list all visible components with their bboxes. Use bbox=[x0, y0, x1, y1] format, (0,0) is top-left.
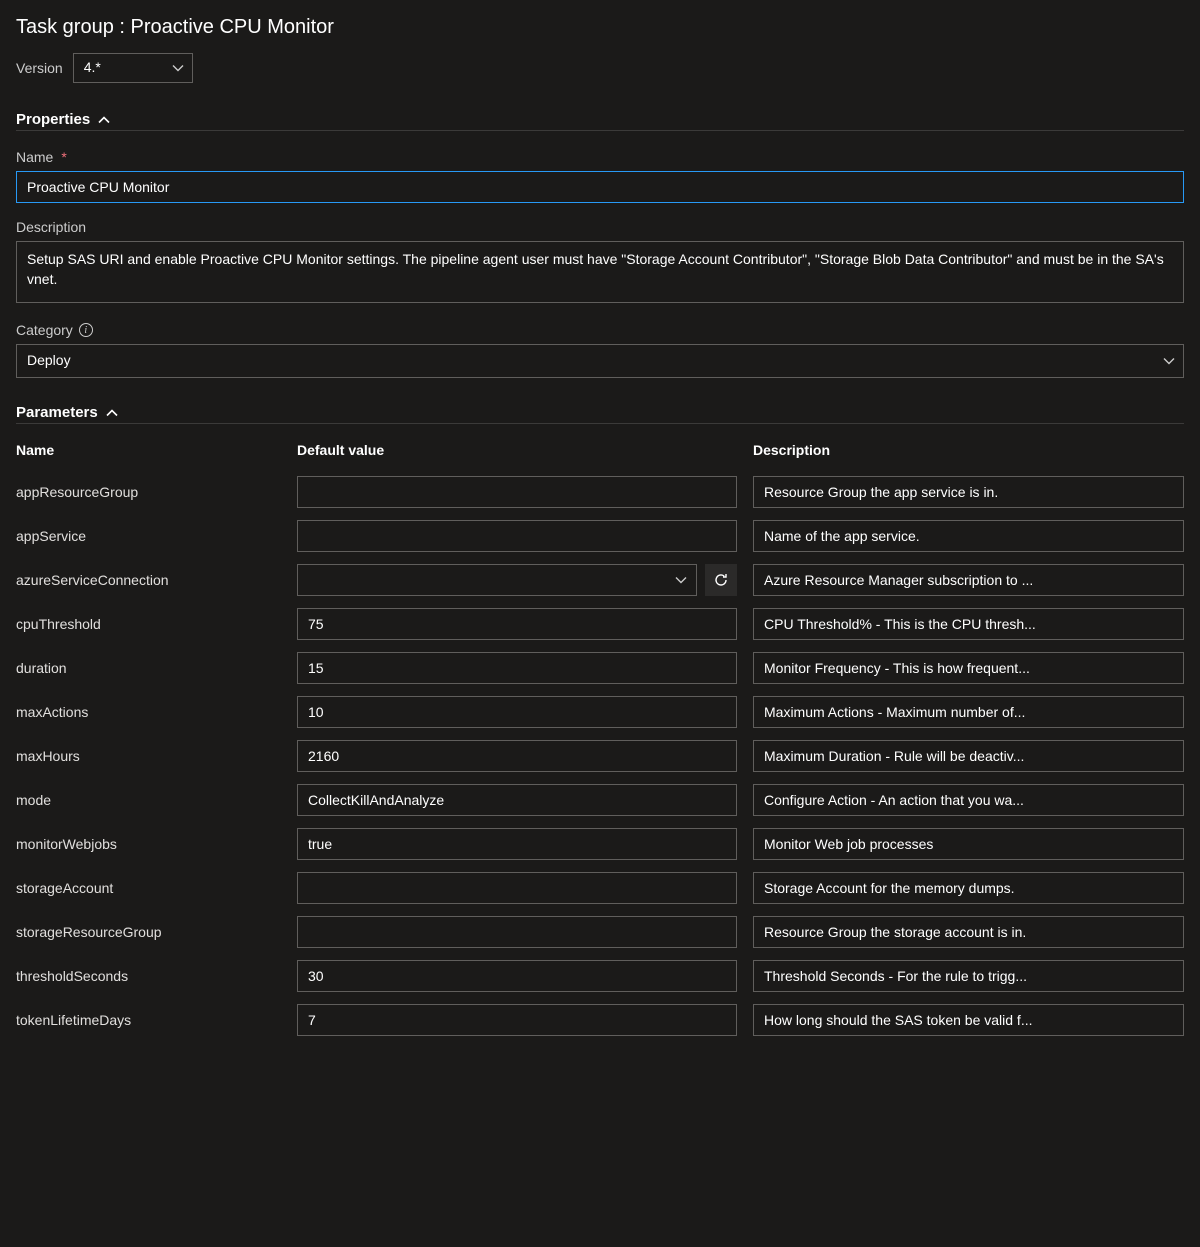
properties-section-header[interactable]: Properties bbox=[16, 111, 1184, 131]
param-name: maxActions bbox=[16, 704, 281, 720]
param-description-input[interactable] bbox=[753, 828, 1184, 860]
page-title: Task group : Proactive CPU Monitor bbox=[16, 16, 1184, 39]
param-default-input[interactable] bbox=[297, 740, 737, 772]
chevron-down-icon bbox=[172, 62, 184, 74]
param-default-input[interactable] bbox=[297, 520, 737, 552]
param-default-cell bbox=[297, 828, 737, 860]
name-input[interactable] bbox=[16, 171, 1184, 203]
parameters-section-header[interactable]: Parameters bbox=[16, 404, 1184, 424]
param-name: appResourceGroup bbox=[16, 484, 281, 500]
param-default-cell bbox=[297, 916, 737, 948]
param-description-input[interactable] bbox=[753, 476, 1184, 508]
param-description-input[interactable] bbox=[753, 916, 1184, 948]
category-select[interactable]: Deploy bbox=[16, 344, 1184, 378]
version-label: Version bbox=[16, 60, 63, 76]
param-description-input[interactable] bbox=[753, 652, 1184, 684]
col-header-description: Description bbox=[753, 442, 1184, 464]
param-name: maxHours bbox=[16, 748, 281, 764]
chevron-down-icon bbox=[675, 574, 687, 586]
param-name: storageAccount bbox=[16, 880, 281, 896]
param-name: duration bbox=[16, 660, 281, 676]
category-label: Category i bbox=[16, 322, 1184, 338]
chevron-up-icon bbox=[106, 407, 118, 419]
param-default-input[interactable] bbox=[297, 916, 737, 948]
description-field: Description bbox=[16, 219, 1184, 306]
param-description-input[interactable] bbox=[753, 520, 1184, 552]
name-label: Name * bbox=[16, 149, 1184, 165]
param-default-cell bbox=[297, 476, 737, 508]
properties-section-title: Properties bbox=[16, 111, 90, 128]
refresh-button[interactable] bbox=[705, 564, 737, 596]
param-description-input[interactable] bbox=[753, 740, 1184, 772]
info-icon[interactable]: i bbox=[79, 323, 93, 337]
param-default-cell bbox=[297, 696, 737, 728]
param-default-input[interactable] bbox=[297, 1004, 737, 1036]
param-default-input[interactable] bbox=[297, 652, 737, 684]
param-name: azureServiceConnection bbox=[16, 572, 281, 588]
param-description-input[interactable] bbox=[753, 960, 1184, 992]
param-default-cell bbox=[297, 520, 737, 552]
chevron-down-icon bbox=[1163, 355, 1175, 367]
param-default-input[interactable] bbox=[297, 960, 737, 992]
param-description-input[interactable] bbox=[753, 1004, 1184, 1036]
param-name: appService bbox=[16, 528, 281, 544]
version-select[interactable]: 4.* bbox=[73, 53, 193, 83]
category-field: Category i Deploy bbox=[16, 322, 1184, 378]
category-value: Deploy bbox=[27, 352, 71, 368]
page-title-name: Proactive CPU Monitor bbox=[131, 16, 334, 38]
param-default-cell bbox=[297, 1004, 737, 1036]
param-description-input[interactable] bbox=[753, 564, 1184, 596]
param-name: cpuThreshold bbox=[16, 616, 281, 632]
param-default-cell bbox=[297, 960, 737, 992]
description-label: Description bbox=[16, 219, 1184, 235]
param-name: tokenLifetimeDays bbox=[16, 1012, 281, 1028]
param-default-input[interactable] bbox=[297, 784, 737, 816]
parameters-section-title: Parameters bbox=[16, 404, 98, 421]
required-asterisk: * bbox=[61, 149, 66, 165]
param-description-input[interactable] bbox=[753, 872, 1184, 904]
param-default-cell bbox=[297, 872, 737, 904]
param-name: mode bbox=[16, 792, 281, 808]
category-label-text: Category bbox=[16, 322, 73, 338]
param-default-input[interactable] bbox=[297, 828, 737, 860]
parameters-table: Name Default value Description appResour… bbox=[16, 442, 1184, 1036]
param-name: storageResourceGroup bbox=[16, 924, 281, 940]
version-value: 4.* bbox=[84, 59, 101, 75]
param-name: monitorWebjobs bbox=[16, 836, 281, 852]
param-default-input[interactable] bbox=[297, 872, 737, 904]
param-description-input[interactable] bbox=[753, 784, 1184, 816]
param-default-input[interactable] bbox=[297, 696, 737, 728]
name-label-text: Name bbox=[16, 149, 53, 165]
name-field: Name * bbox=[16, 149, 1184, 203]
page-title-prefix: Task group : bbox=[16, 16, 131, 38]
param-default-cell bbox=[297, 564, 737, 596]
param-default-dropdown[interactable] bbox=[297, 564, 697, 596]
col-header-name: Name bbox=[16, 442, 281, 464]
param-default-input[interactable] bbox=[297, 608, 737, 640]
version-row: Version 4.* bbox=[16, 53, 1184, 83]
col-header-default: Default value bbox=[297, 442, 737, 464]
param-default-input[interactable] bbox=[297, 476, 737, 508]
param-default-cell bbox=[297, 784, 737, 816]
param-description-input[interactable] bbox=[753, 608, 1184, 640]
chevron-up-icon bbox=[98, 114, 110, 126]
param-default-cell bbox=[297, 740, 737, 772]
param-default-cell bbox=[297, 608, 737, 640]
param-name: thresholdSeconds bbox=[16, 968, 281, 984]
description-textarea[interactable] bbox=[16, 241, 1184, 303]
param-description-input[interactable] bbox=[753, 696, 1184, 728]
param-default-cell bbox=[297, 652, 737, 684]
